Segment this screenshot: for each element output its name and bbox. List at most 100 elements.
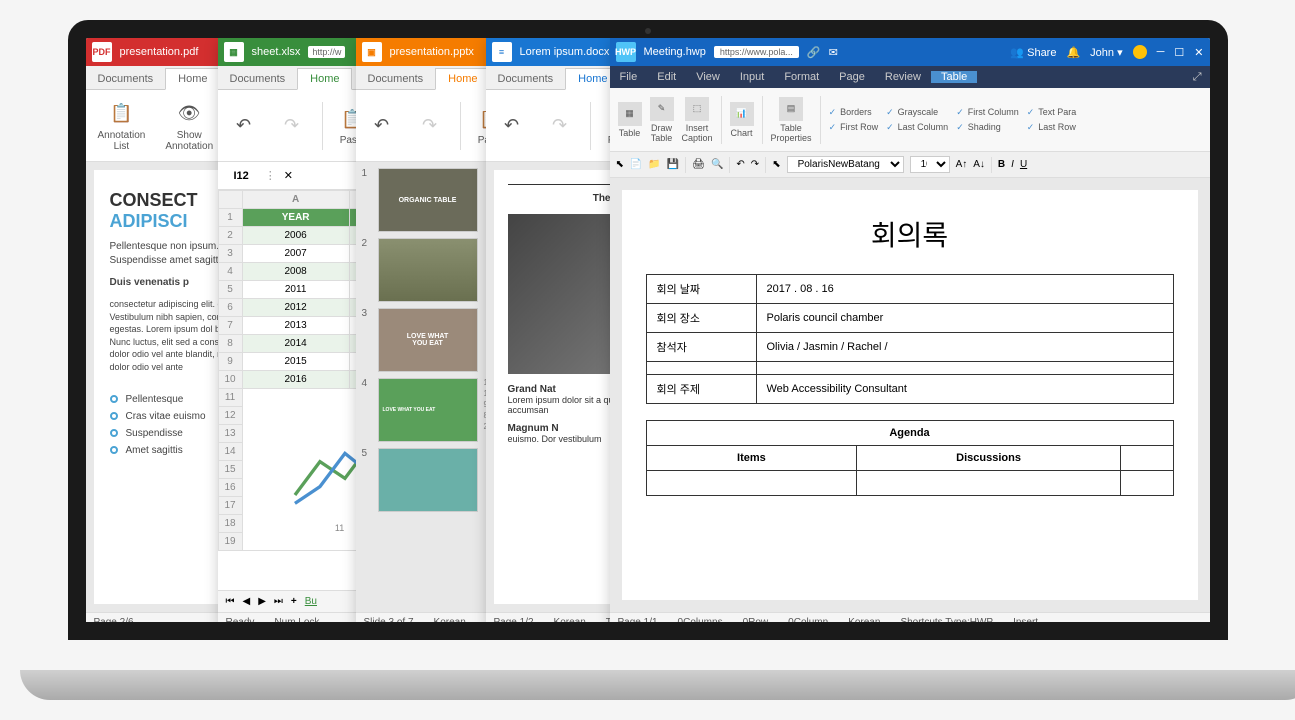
url-box[interactable]: http://w [308,46,345,58]
cursor-icon[interactable]: ⬉ [616,159,624,170]
font-select[interactable]: PolarisNewBatang [787,156,904,173]
check-grayscale[interactable]: Grayscale [886,107,948,118]
undo-icon: ↶ [498,112,526,140]
share-button[interactable]: 👥 Share [1010,46,1056,59]
tab-documents[interactable]: Documents [486,69,566,89]
hwp-filename: Meeting.hwp [644,46,706,58]
italic-button[interactable]: I [1011,159,1014,170]
first-sheet-button[interactable]: ⏮ [226,596,235,607]
undo-icon: ↶ [368,112,396,140]
pptx-icon: ▣ [362,42,382,62]
font-shrink-icon[interactable]: A↓ [973,159,985,170]
window-controls: ─ ☐ ✕ [1157,46,1204,59]
check-shading[interactable]: Shading [956,122,1019,133]
tab-home[interactable]: Home [435,68,490,90]
menu-input[interactable]: Input [730,71,774,83]
redo-button[interactable]: ↷ [542,110,578,142]
tab-documents[interactable]: Documents [356,69,436,89]
warning-icon[interactable] [1133,45,1147,59]
preview-icon[interactable]: 🔍 [711,159,723,170]
pptx-filename: presentation.pptx [390,46,474,58]
check-last-row[interactable]: Last Row [1027,122,1077,133]
undo-button[interactable]: ↶ [226,110,262,142]
show-annotation-button[interactable]: 👁Show Annotation [161,98,217,154]
table-icon: ▦ [618,102,642,126]
mail-icon[interactable]: ✉ [829,46,838,59]
user-menu[interactable]: John ▾ [1090,46,1122,59]
tab-documents[interactable]: Documents [218,69,298,89]
laptop-base [20,670,1295,700]
hwp-window: HWP Meeting.hwp https://www.pola... 🔗 ✉ … [610,38,1210,632]
menu-file[interactable]: File [610,71,648,83]
check-first-row[interactable]: First Row [829,122,879,133]
font-size-select[interactable]: 10 [910,156,950,173]
pdf-filename: presentation.pdf [120,46,199,58]
table-button[interactable]: ▦Table [618,102,642,138]
laptop-frame: PDF presentation.pdf Documents Home 📋Ann… [20,20,1275,700]
menu-edit[interactable]: Edit [647,71,686,83]
caption-icon: ⬚ [685,97,709,121]
hwp-page[interactable]: 회의록 회의 날짜2017 . 08 . 16 회의 장소Polaris cou… [622,190,1198,600]
open-icon[interactable]: 📁 [648,159,660,170]
meeting-table[interactable]: 회의 날짜2017 . 08 . 16 회의 장소Polaris council… [646,274,1174,404]
bell-icon[interactable]: 🔔 [1066,46,1080,59]
underline-button[interactable]: U [1020,159,1027,170]
docx-filename: Lorem ipsum.docx [520,46,610,58]
hwp-menu-bar: File Edit View Input Format Page Review … [610,66,1210,88]
save-icon[interactable]: 💾 [667,159,679,170]
last-sheet-button[interactable]: ⏭ [274,596,283,607]
menu-format[interactable]: Format [774,71,829,83]
pdf-icon: PDF [92,42,112,62]
close-button[interactable]: ✕ [1194,46,1203,59]
tab-home[interactable]: Home [297,68,352,90]
minimize-button[interactable]: ─ [1157,46,1165,58]
print-icon[interactable]: 🖨 [692,159,705,170]
screen: PDF presentation.pdf Documents Home 📋Ann… [68,20,1228,640]
menu-table[interactable]: Table [931,71,977,83]
chart-button[interactable]: 📊Chart [730,102,754,138]
hwp-content: 회의록 회의 날짜2017 . 08 . 16 회의 장소Polaris cou… [610,178,1210,612]
maximize-button[interactable]: ☐ [1174,46,1184,59]
bullet-icon [110,446,118,454]
tab-home[interactable]: Home [165,68,220,90]
bold-button[interactable]: B [998,159,1005,170]
link-icon[interactable]: 🔗 [807,46,821,59]
next-sheet-button[interactable]: ▶ [258,596,266,607]
table-properties-button[interactable]: ▤Table Properties [771,97,812,143]
annotation-icon: 📋 [107,100,135,128]
undo-button[interactable]: ↶ [364,110,400,142]
check-first-column[interactable]: First Column [956,107,1019,118]
pointer-icon[interactable]: ⬉ [772,159,780,170]
prev-sheet-button[interactable]: ◀ [243,596,251,607]
url-field[interactable]: https://www.pola... [714,46,799,58]
check-last-column[interactable]: Last Column [886,122,948,133]
hwp-icon: HWP [616,42,636,62]
close-icon[interactable]: ✕ [284,169,293,182]
menu-expand-icon[interactable]: ⤢ [1185,71,1210,84]
menu-view[interactable]: View [686,71,730,83]
check-borders[interactable]: Borders [829,107,879,118]
tab-documents[interactable]: Documents [86,69,166,89]
agenda-table[interactable]: Agenda ItemsDiscussions [646,420,1174,496]
check-text-para[interactable]: Text Para [1027,107,1077,118]
hwp-ribbon: ▦Table ✎Draw Table ⬚Insert Caption 📊Char… [610,88,1210,152]
undo-button[interactable]: ↶ [494,110,530,142]
menu-review[interactable]: Review [875,71,931,83]
cell-reference[interactable]: I12 [226,170,257,182]
undo-icon: ↶ [230,112,258,140]
menu-page[interactable]: Page [829,71,875,83]
redo-button[interactable]: ↷ [274,110,310,142]
redo-button[interactable]: ↷ [412,110,448,142]
insert-caption-button[interactable]: ⬚Insert Caption [682,97,713,143]
camera-dot [645,28,651,34]
font-grow-icon[interactable]: A↑ [956,159,968,170]
new-icon[interactable]: 📄 [630,159,642,170]
sheet-tab[interactable]: Bu [305,596,317,607]
redo-icon[interactable]: ↷ [751,159,759,170]
undo-icon[interactable]: ↶ [736,159,744,170]
hwp-titlebar[interactable]: HWP Meeting.hwp https://www.pola... 🔗 ✉ … [610,38,1210,66]
draw-table-button[interactable]: ✎Draw Table [650,97,674,143]
add-sheet-button[interactable]: + [291,596,297,607]
hwp-status: Page 1/10Columns0Row0ColumnKoreanShortcu… [610,612,1210,632]
annotation-list-button[interactable]: 📋Annotation List [94,98,150,154]
